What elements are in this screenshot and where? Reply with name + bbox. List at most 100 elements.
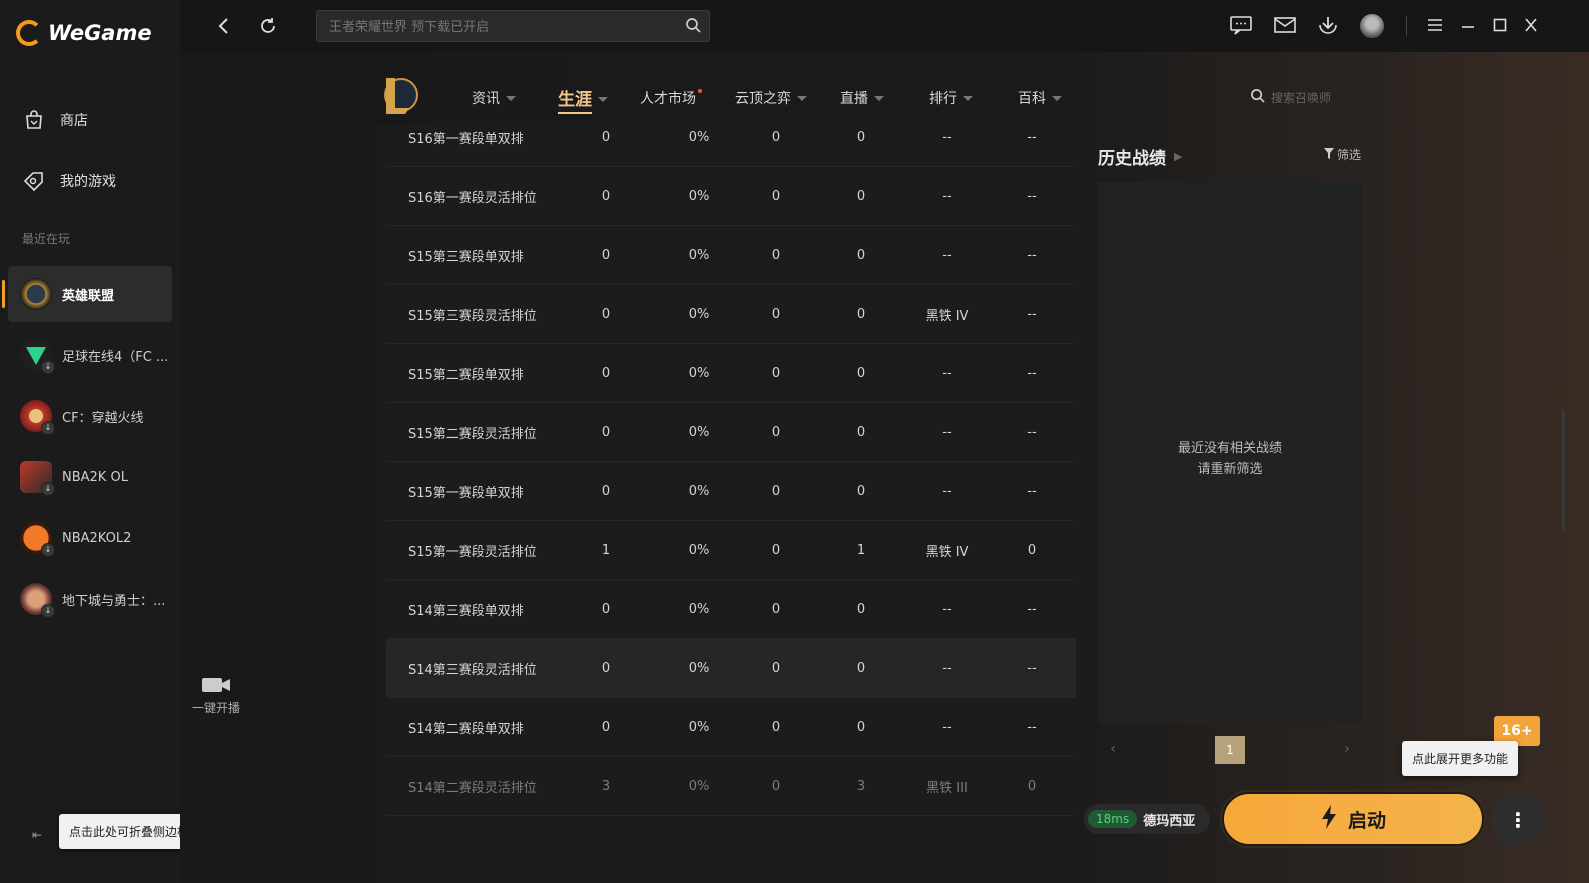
game-nav-rank[interactable]: 排行 bbox=[929, 88, 973, 108]
table-row[interactable]: S16第一赛段单双排 0 0% 0 0 -- -- bbox=[386, 126, 1076, 167]
cell: 0 bbox=[856, 719, 866, 735]
season-name: S15第三赛段单双排 bbox=[408, 249, 524, 265]
collapse-sidebar-icon[interactable]: ⇤ bbox=[28, 826, 46, 844]
fc-game-icon: ↓ bbox=[20, 339, 55, 374]
season-name: S14第三赛段灵活排位 bbox=[408, 663, 537, 678]
prev-page-icon[interactable]: ‹ bbox=[1102, 738, 1124, 760]
sidebar-game-cf[interactable]: ↓ CF：穿越火线 bbox=[8, 388, 172, 444]
cell: 0 bbox=[771, 601, 781, 617]
sidebar-game-nba2kol2[interactable]: ↓ NBA2KOL2 bbox=[8, 510, 172, 566]
game-nav-talent-market[interactable]: 人才市场 bbox=[640, 88, 706, 108]
nba2kol-game-icon: ↓ bbox=[20, 461, 55, 496]
cell: 0 bbox=[771, 424, 781, 440]
sidebar-game-nba2kol[interactable]: ↓ NBA2K OL bbox=[8, 449, 172, 505]
back-icon[interactable] bbox=[212, 14, 236, 38]
chat-icon[interactable] bbox=[1229, 14, 1253, 40]
table-row[interactable]: S14第三赛段单双排 0 0% 0 0 -- -- bbox=[386, 580, 1076, 639]
launch-button[interactable]: 启动 bbox=[1222, 792, 1484, 846]
empty-state: 最近没有相关战绩 请重新筛选 bbox=[1098, 438, 1362, 480]
table-row[interactable]: S14第二赛段灵活排位 3 0% 0 3 黑铁 III 0 bbox=[386, 757, 1076, 816]
season-name: S14第三赛段单双排 bbox=[408, 603, 524, 619]
table-row[interactable]: S14第二赛段单双排 0 0% 0 0 -- -- bbox=[386, 698, 1076, 757]
table-row[interactable]: S16第一赛段灵活排位 0 0% 0 0 -- -- bbox=[386, 167, 1076, 226]
search-input[interactable] bbox=[327, 17, 671, 37]
game-label: NBA2K OL bbox=[62, 469, 128, 485]
chevron-down-icon bbox=[1052, 95, 1062, 101]
cell: 0% bbox=[688, 661, 710, 676]
next-page-icon[interactable]: › bbox=[1336, 738, 1358, 760]
table-row[interactable]: S15第三赛段灵活排位 0 0% 0 0 黑铁 IV -- bbox=[386, 285, 1076, 344]
filter-button[interactable]: 筛选 bbox=[1324, 146, 1361, 163]
cell: 0 bbox=[856, 247, 866, 263]
sidebar-item-my-games[interactable]: 我的游戏 bbox=[22, 169, 116, 193]
gamepad-icon bbox=[22, 169, 46, 193]
avatar[interactable] bbox=[1360, 14, 1384, 38]
cell: -- bbox=[1027, 188, 1037, 204]
cell: 0 bbox=[601, 188, 611, 204]
sidebar-game-dnf[interactable]: ↓ 地下城与勇士：... bbox=[8, 571, 172, 627]
cf-game-icon: ↓ bbox=[20, 400, 55, 435]
download-manager-icon[interactable] bbox=[1316, 14, 1340, 40]
game-nav-news[interactable]: 资讯 bbox=[472, 88, 516, 108]
cell: 0 bbox=[856, 424, 866, 440]
season-name: S16第一赛段单双排 bbox=[408, 131, 524, 147]
cell: 0% bbox=[688, 778, 710, 794]
lol-game-icon bbox=[20, 278, 52, 310]
download-icon: ↓ bbox=[41, 482, 55, 496]
cell: 0 bbox=[856, 365, 866, 381]
season-name: S15第二赛段单双排 bbox=[408, 367, 524, 383]
sidebar-game-fc[interactable]: ↓ 足球在线4（FC ... bbox=[8, 327, 172, 383]
sidebar-item-store[interactable]: 商店 bbox=[22, 108, 88, 132]
summoner-search[interactable]: 搜索召唤师 bbox=[1250, 88, 1331, 106]
maximize-icon[interactable] bbox=[1492, 14, 1508, 40]
summoner-search-placeholder: 搜索召唤师 bbox=[1271, 90, 1332, 105]
table-row[interactable]: S15第一赛段灵活排位 1 0% 0 1 黑铁 IV 0 bbox=[386, 521, 1076, 580]
cell: 1 bbox=[601, 542, 611, 558]
sidebar-game-lol[interactable]: 英雄联盟 bbox=[2, 266, 172, 322]
season-name: S15第二赛段灵活排位 bbox=[408, 426, 537, 442]
close-icon[interactable] bbox=[1523, 14, 1539, 40]
game-nav-career[interactable]: 生涯 bbox=[558, 85, 608, 114]
cell: 0% bbox=[688, 719, 710, 735]
cell: -- bbox=[942, 188, 952, 204]
menu-icon[interactable] bbox=[1426, 14, 1444, 40]
game-nav-live[interactable]: 直播 bbox=[840, 88, 884, 108]
game-nav-wiki[interactable]: 百科 bbox=[1018, 88, 1062, 108]
empty-state-line: 请重新筛选 bbox=[1197, 462, 1263, 477]
dnf-game-icon: ↓ bbox=[20, 583, 55, 618]
season-name: S14第二赛段单双排 bbox=[408, 721, 524, 737]
search-icon[interactable] bbox=[685, 17, 701, 37]
cell: 0 bbox=[771, 778, 781, 794]
chevron-down-icon bbox=[797, 95, 807, 101]
cell: -- bbox=[1027, 661, 1037, 676]
game-nav-tft[interactable]: 云顶之弈 bbox=[735, 88, 807, 108]
table-row[interactable]: S15第二赛段单双排 0 0% 0 0 -- -- bbox=[386, 344, 1076, 403]
mail-icon[interactable] bbox=[1273, 14, 1297, 40]
global-search[interactable] bbox=[316, 10, 710, 42]
more-options-button[interactable]: ⋮ bbox=[1492, 794, 1544, 846]
match-history-title[interactable]: 历史战绩 ▶ bbox=[1098, 144, 1182, 169]
scrollbar[interactable] bbox=[1562, 410, 1565, 530]
table-row[interactable]: S15第三赛段单双排 0 0% 0 0 -- -- bbox=[386, 226, 1076, 285]
wegame-logo[interactable]: WeGame bbox=[16, 20, 152, 46]
table-row[interactable]: S15第二赛段灵活排位 0 0% 0 0 -- -- bbox=[386, 403, 1076, 462]
bag-icon bbox=[22, 108, 46, 132]
lol-logo-icon[interactable] bbox=[380, 74, 418, 116]
server-selector[interactable]: 18ms 德玛西亚 bbox=[1084, 804, 1210, 834]
table-row[interactable]: S15第一赛段单双排 0 0% 0 0 -- -- bbox=[386, 462, 1076, 521]
cell: 0 bbox=[771, 306, 781, 322]
cell: 0 bbox=[601, 424, 611, 440]
table-row-hovered[interactable]: S14第三赛段灵活排位 0 0% 0 0 -- -- bbox=[386, 639, 1076, 698]
sidebar-item-label: 我的游戏 bbox=[60, 174, 116, 190]
minimize-icon[interactable] bbox=[1460, 14, 1476, 40]
page-number[interactable]: 1 bbox=[1215, 736, 1245, 764]
one-click-stream-button[interactable]: 一键开播 bbox=[188, 674, 244, 716]
chevron-down-icon bbox=[963, 95, 973, 101]
refresh-icon[interactable] bbox=[256, 14, 280, 38]
cell: 0 bbox=[856, 129, 866, 145]
cell: 0 bbox=[601, 483, 611, 499]
ping-badge: 18ms bbox=[1088, 810, 1138, 828]
game-label: 足球在线4（FC ... bbox=[62, 349, 169, 365]
cell: 0 bbox=[601, 601, 611, 617]
cell: -- bbox=[1027, 601, 1037, 617]
